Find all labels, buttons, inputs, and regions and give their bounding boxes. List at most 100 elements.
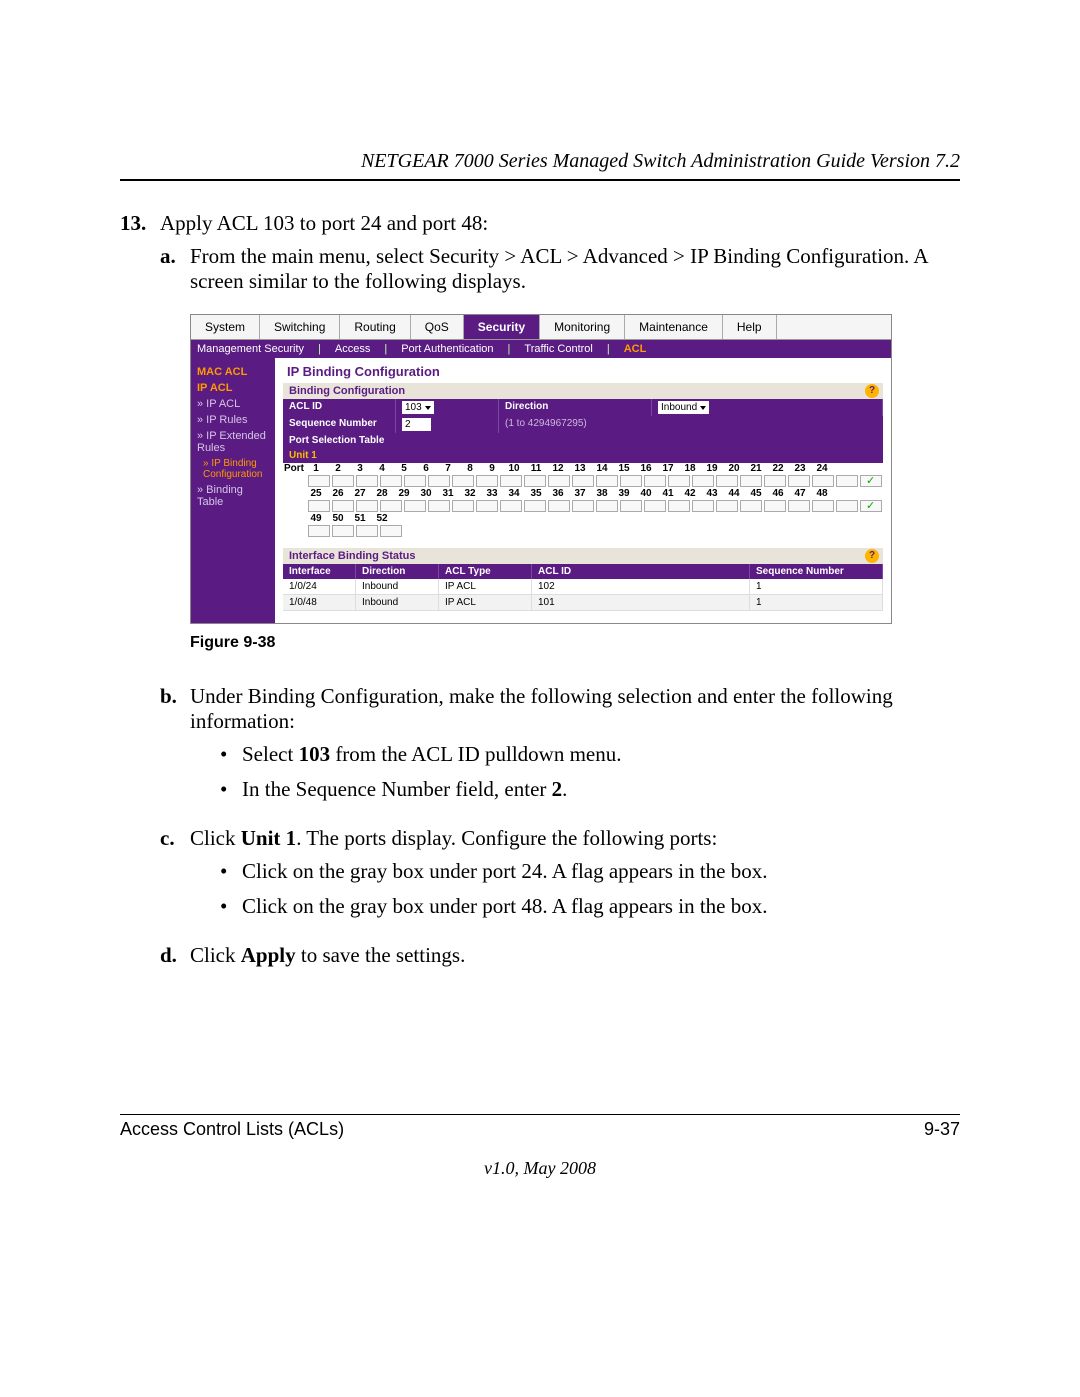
port-box[interactable] bbox=[380, 500, 402, 512]
port-box[interactable] bbox=[668, 475, 690, 487]
ibs-h-direction: Direction bbox=[356, 564, 439, 579]
port-box[interactable] bbox=[308, 525, 330, 537]
port-box[interactable] bbox=[812, 475, 834, 487]
sidebar-ip-ext[interactable]: » IP Extended Rules bbox=[197, 430, 269, 454]
port-box[interactable] bbox=[668, 500, 690, 512]
port-box[interactable] bbox=[596, 500, 618, 512]
port-label bbox=[503, 513, 525, 524]
port-box[interactable] bbox=[452, 475, 474, 487]
subtab-mgmt[interactable]: Management Security bbox=[197, 343, 304, 355]
port-label: 24 bbox=[811, 463, 833, 474]
port-label: 41 bbox=[657, 488, 679, 499]
subtab-traffic[interactable]: Traffic Control bbox=[524, 343, 592, 355]
port-box[interactable] bbox=[452, 500, 474, 512]
port-label: 9 bbox=[481, 463, 503, 474]
acl-id-select[interactable]: 103 bbox=[402, 401, 434, 414]
port-box[interactable] bbox=[764, 475, 786, 487]
ibs-cell: IP ACL bbox=[439, 595, 532, 611]
sidebar-ip-acl-head[interactable]: IP ACL bbox=[197, 382, 269, 394]
port-box[interactable] bbox=[836, 475, 858, 487]
port-box[interactable] bbox=[692, 475, 714, 487]
port-label: 2 bbox=[327, 463, 349, 474]
port-box[interactable] bbox=[596, 475, 618, 487]
port-box[interactable] bbox=[572, 500, 594, 512]
port-box[interactable] bbox=[644, 500, 666, 512]
figure-caption: Figure 9-38 bbox=[190, 634, 960, 652]
ibs-title: Interface Binding Status bbox=[289, 550, 416, 562]
port-box[interactable] bbox=[764, 500, 786, 512]
sidebar-mac-acl[interactable]: MAC ACL bbox=[197, 366, 269, 378]
tab-switching[interactable]: Switching bbox=[260, 315, 340, 339]
tab-monitoring[interactable]: Monitoring bbox=[540, 315, 625, 339]
port-box[interactable] bbox=[740, 500, 762, 512]
port-box[interactable] bbox=[524, 500, 546, 512]
sidebar-ip-rules[interactable]: » IP Rules bbox=[197, 414, 269, 426]
unit-row[interactable]: Unit 1 bbox=[283, 448, 883, 463]
port-box[interactable] bbox=[428, 475, 450, 487]
port-box[interactable] bbox=[548, 475, 570, 487]
port-label bbox=[547, 513, 569, 524]
substep-b-text: Under Binding Configuration, make the fo… bbox=[190, 684, 893, 733]
port-label: 34 bbox=[503, 488, 525, 499]
tab-routing[interactable]: Routing bbox=[340, 315, 410, 339]
port-box[interactable] bbox=[620, 475, 642, 487]
port-box[interactable] bbox=[836, 500, 858, 512]
port-box[interactable] bbox=[500, 475, 522, 487]
port-box[interactable] bbox=[332, 525, 354, 537]
tab-security[interactable]: Security bbox=[464, 315, 540, 339]
port-box[interactable] bbox=[860, 475, 882, 487]
subtab-access[interactable]: Access bbox=[335, 343, 370, 355]
port-box[interactable] bbox=[380, 475, 402, 487]
port-box[interactable] bbox=[356, 475, 378, 487]
port-box[interactable] bbox=[620, 500, 642, 512]
port-box[interactable] bbox=[404, 475, 426, 487]
port-box[interactable] bbox=[428, 500, 450, 512]
port-box[interactable] bbox=[740, 475, 762, 487]
port-box[interactable] bbox=[692, 500, 714, 512]
subtab-acl[interactable]: ACL bbox=[624, 343, 647, 355]
port-box[interactable] bbox=[308, 500, 330, 512]
sidebar-ip-binding[interactable]: » IP Binding Configuration bbox=[197, 458, 269, 480]
port-box[interactable] bbox=[308, 475, 330, 487]
port-sel-header: Port Selection Table bbox=[283, 433, 883, 448]
port-label: 44 bbox=[723, 488, 745, 499]
port-box[interactable] bbox=[356, 525, 378, 537]
port-box[interactable] bbox=[476, 475, 498, 487]
port-box[interactable] bbox=[380, 525, 402, 537]
port-box[interactable] bbox=[716, 500, 738, 512]
port-box[interactable] bbox=[812, 500, 834, 512]
port-box[interactable] bbox=[788, 500, 810, 512]
port-box[interactable] bbox=[476, 500, 498, 512]
port-label bbox=[393, 513, 415, 524]
substep-b-letter: b. bbox=[160, 684, 190, 812]
port-box[interactable] bbox=[332, 500, 354, 512]
tab-help[interactable]: Help bbox=[723, 315, 777, 339]
port-box[interactable] bbox=[332, 475, 354, 487]
port-box[interactable] bbox=[404, 500, 426, 512]
sub-tabs: Management Security| Access| Port Authen… bbox=[191, 340, 891, 358]
sidebar-binding-table[interactable]: » Binding Table bbox=[197, 484, 269, 508]
port-box[interactable] bbox=[860, 500, 882, 512]
seq-input[interactable]: 2 bbox=[402, 418, 431, 431]
help-icon[interactable]: ? bbox=[865, 384, 879, 398]
port-box[interactable] bbox=[500, 500, 522, 512]
direction-select[interactable]: Inbound bbox=[658, 401, 709, 414]
tab-maintenance[interactable]: Maintenance bbox=[625, 315, 723, 339]
port-label: 17 bbox=[657, 463, 679, 474]
tab-system[interactable]: System bbox=[191, 315, 260, 339]
port-label: 49 bbox=[305, 513, 327, 524]
ibs-h-seq: Sequence Number bbox=[750, 564, 883, 579]
subtab-portauth[interactable]: Port Authentication bbox=[401, 343, 493, 355]
port-box[interactable] bbox=[356, 500, 378, 512]
port-box[interactable] bbox=[548, 500, 570, 512]
port-box[interactable] bbox=[644, 475, 666, 487]
port-box[interactable] bbox=[788, 475, 810, 487]
help-icon[interactable]: ? bbox=[865, 549, 879, 563]
sidebar-ip-acl[interactable]: » IP ACL bbox=[197, 398, 269, 410]
port-box[interactable] bbox=[572, 475, 594, 487]
port-box[interactable] bbox=[524, 475, 546, 487]
port-box[interactable] bbox=[716, 475, 738, 487]
tab-qos[interactable]: QoS bbox=[411, 315, 464, 339]
port-label: 37 bbox=[569, 488, 591, 499]
port-label bbox=[591, 513, 613, 524]
